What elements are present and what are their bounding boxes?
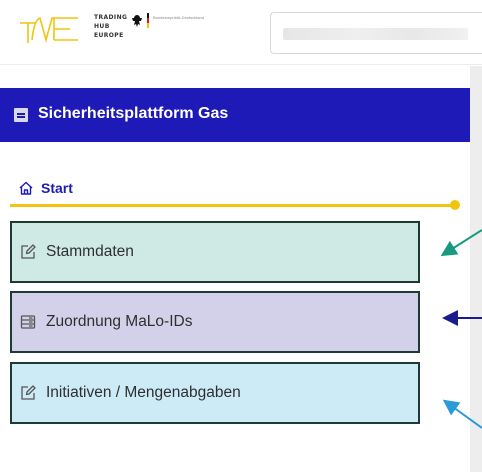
callout-arrows: [440, 229, 482, 429]
arrow-initiativen: [442, 399, 482, 429]
arrow-stammdaten: [440, 229, 482, 257]
